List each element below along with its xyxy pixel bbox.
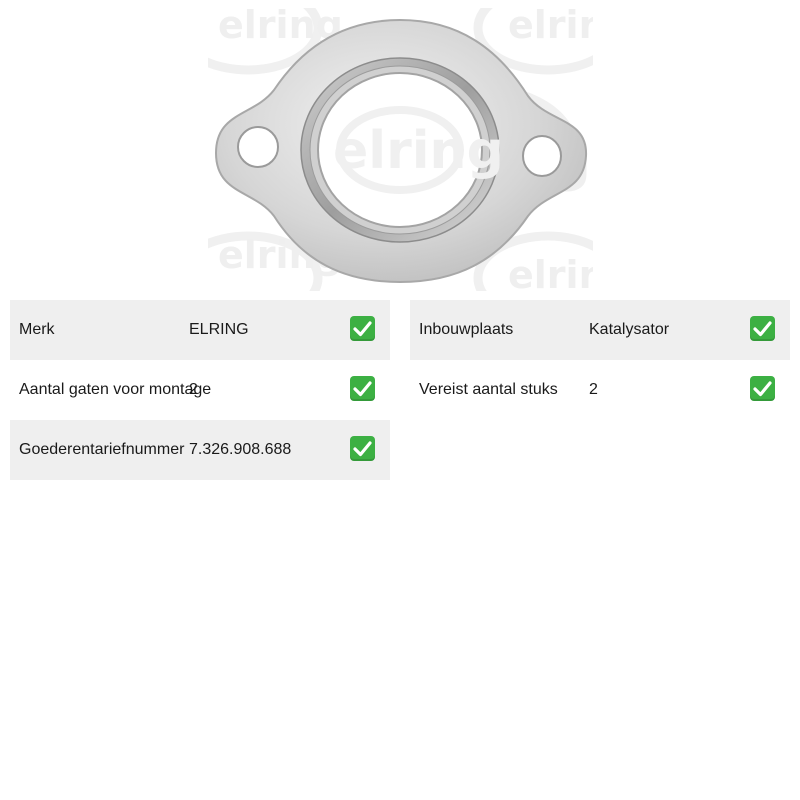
spec-value: 7.326.908.688	[189, 441, 292, 458]
spec-value: 2	[189, 381, 198, 398]
spec-label: Aantal gaten voor montage	[19, 381, 212, 398]
svg-text:elring: elring	[508, 8, 593, 47]
spec-value: 2	[589, 381, 598, 398]
spec-row-inbouwplaats: Inbouwplaats Katalysator	[410, 300, 790, 360]
check-icon	[350, 376, 375, 401]
spec-label: Vereist aantal stuks	[419, 381, 558, 398]
spec-table-right: Inbouwplaats Katalysator Vereist aantal …	[410, 300, 790, 420]
spec-row-merk: Merk ELRING	[10, 300, 390, 360]
bolt-hole-left	[237, 126, 279, 168]
check-icon	[750, 376, 775, 401]
bolt-hole-right	[522, 135, 562, 177]
check-icon	[350, 436, 375, 461]
spec-value: ELRING	[189, 321, 249, 338]
check-icon	[750, 316, 775, 341]
svg-text:elring: elring	[333, 121, 504, 181]
product-image: elring elring elring elring elring elrin…	[208, 8, 593, 291]
spec-label: Inbouwplaats	[419, 321, 514, 338]
spec-value: Katalysator	[589, 321, 670, 338]
gasket-illustration: elring elring elring elring elring elrin…	[208, 8, 593, 291]
spec-row-aantal-gaten: Aantal gaten voor montage 2	[10, 360, 390, 420]
spec-label: Merk	[19, 321, 55, 338]
check-icon	[350, 316, 375, 341]
spec-row-goederentariefnummer: Goederentariefnummer 7.326.908.688	[10, 420, 390, 480]
svg-text:elring: elring	[508, 253, 593, 291]
spec-table-left: Merk ELRING Aantal gaten voor montage 2 …	[10, 300, 390, 480]
spec-label: Goederentariefnummer	[19, 441, 185, 458]
spec-row-vereist-aantal: Vereist aantal stuks 2	[410, 360, 790, 420]
